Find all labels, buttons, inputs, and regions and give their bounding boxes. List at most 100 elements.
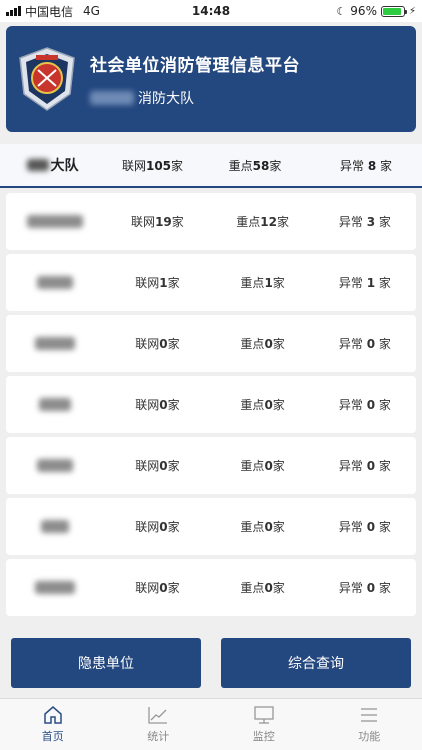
unit-label: 家 — [375, 398, 391, 412]
connected-label: 联网 — [135, 459, 160, 473]
carrier-label: 中国电信 — [25, 4, 74, 19]
unit-label: 家 — [272, 398, 285, 412]
home-icon — [44, 706, 62, 724]
key-label: 重点 — [240, 276, 265, 290]
unit-name-cell — [6, 459, 103, 472]
summary-key: 重点58家 — [200, 157, 310, 174]
summary-name-suffix: 大队 — [50, 158, 79, 174]
unit-label: 家 — [276, 215, 289, 229]
unit-name-cell — [6, 398, 103, 411]
connected-count: 19 — [155, 215, 172, 229]
key-count: 0 — [264, 520, 273, 534]
redacted-text — [34, 337, 75, 350]
unit-label: 家 — [167, 337, 180, 351]
abnormal-count: 0 — [366, 398, 376, 412]
connected-count: 105 — [145, 158, 172, 173]
battery-icon — [380, 5, 407, 17]
key-cell: 重点0家 — [212, 335, 314, 352]
key-cell: 重点1家 — [212, 274, 314, 291]
redacted-text — [40, 520, 69, 533]
unit-list[interactable]: 联网19家 重点12家 异常 3 家联网1家 重点1家 异常 1 家联网0家 重点0家 异常… — [0, 193, 422, 625]
key-label: 重点 — [228, 158, 253, 173]
connected-cell: 联网0家 — [103, 579, 211, 596]
abnormal-count: 0 — [366, 520, 376, 534]
redacted-text — [36, 459, 73, 472]
key-label: 重点 — [240, 581, 265, 595]
connected-label: 联网 — [135, 276, 160, 290]
abnormal-label: 异常 — [339, 158, 368, 173]
connected-count: 0 — [159, 459, 168, 473]
unit-label: 家 — [272, 520, 285, 534]
redacted-text — [34, 581, 75, 594]
redacted-text — [26, 159, 49, 171]
list-item[interactable]: 联网19家 重点12家 异常 3 家 — [6, 193, 416, 250]
unit-label: 家 — [272, 337, 285, 351]
tab-stats-label: 统计 — [147, 730, 170, 743]
key-count: 0 — [264, 337, 273, 351]
unit-label: 家 — [167, 459, 180, 473]
key-count: 0 — [264, 459, 273, 473]
unit-label: 家 — [167, 398, 180, 412]
unit-label: 家 — [272, 581, 285, 595]
hazard-units-button[interactable]: 隐患单位 — [11, 638, 201, 688]
abnormal-count: 0 — [366, 337, 376, 351]
connected-count: 0 — [159, 581, 168, 595]
battery-percent: 96% — [350, 4, 377, 18]
menu-icon — [361, 708, 378, 722]
status-left: 中国电信 4G — [6, 3, 336, 20]
chart-icon — [148, 707, 168, 724]
header-text: 社会单位消防管理信息平台 消防大队 — [90, 51, 300, 108]
key-count: 12 — [260, 215, 277, 229]
key-label: 重点 — [240, 459, 265, 473]
list-item[interactable]: 联网0家 重点0家 异常 0 家 — [6, 376, 416, 433]
unit-label: 家 — [171, 158, 184, 173]
unit-name-label: 消防大队 — [138, 90, 194, 107]
abnormal-cell: 异常 0 家 — [314, 396, 416, 413]
list-item[interactable]: 联网0家 重点0家 异常 0 家 — [6, 498, 416, 555]
tab-home[interactable]: 首页 — [0, 699, 106, 750]
connected-label: 联网 — [135, 520, 160, 534]
summary-row[interactable]: 大队 联网105家 重点58家 异常 8 家 — [0, 144, 422, 188]
summary-name: 大队 — [0, 155, 105, 175]
list-item[interactable]: 联网0家 重点0家 异常 0 家 — [6, 559, 416, 616]
charging-icon: ⚡ — [408, 5, 416, 17]
comprehensive-query-button[interactable]: 综合查询 — [221, 638, 411, 688]
connected-label: 联网 — [121, 158, 146, 173]
abnormal-label: 异常 — [338, 581, 367, 595]
redacted-text — [90, 90, 134, 105]
tab-home-label: 首页 — [41, 730, 64, 743]
list-item[interactable]: 联网1家 重点1家 异常 1 家 — [6, 254, 416, 311]
connected-cell: 联网0家 — [103, 335, 211, 352]
key-cell: 重点0家 — [212, 579, 314, 596]
unit-label: 家 — [272, 276, 285, 290]
abnormal-label: 异常 — [338, 520, 367, 534]
list-item[interactable]: 联网0家 重点0家 异常 0 家 — [6, 437, 416, 494]
unit-label: 家 — [167, 276, 180, 290]
key-cell: 重点0家 — [212, 457, 314, 474]
key-count: 1 — [264, 276, 273, 290]
key-label: 重点 — [240, 337, 265, 351]
connected-label: 联网 — [135, 398, 160, 412]
abnormal-cell: 异常 0 家 — [314, 579, 416, 596]
connected-cell: 联网19家 — [103, 213, 211, 230]
tab-functions[interactable]: 功能 — [317, 699, 422, 750]
tab-functions-label: 功能 — [358, 730, 381, 743]
abnormal-cell: 异常 0 家 — [314, 457, 416, 474]
tab-monitor[interactable]: 监控 — [211, 699, 317, 750]
moon-icon: ☾ — [336, 4, 347, 18]
key-label: 重点 — [240, 398, 265, 412]
abnormal-cell: 异常 0 家 — [314, 335, 416, 352]
redacted-text — [36, 276, 73, 289]
connected-label: 联网 — [135, 337, 160, 351]
unit-label: 家 — [375, 520, 391, 534]
list-item[interactable]: 联网0家 重点0家 异常 0 家 — [6, 315, 416, 372]
abnormal-label: 异常 — [338, 398, 367, 412]
tab-bar: 首页 统计 监控 功能 — [0, 698, 422, 750]
abnormal-count: 1 — [366, 276, 376, 290]
network-label: 4G — [83, 4, 100, 18]
signal-icon — [6, 6, 21, 16]
connected-label: 联网 — [131, 215, 156, 229]
connected-cell: 联网0家 — [103, 457, 211, 474]
unit-label: 家 — [269, 158, 282, 173]
tab-stats[interactable]: 统计 — [106, 699, 212, 750]
